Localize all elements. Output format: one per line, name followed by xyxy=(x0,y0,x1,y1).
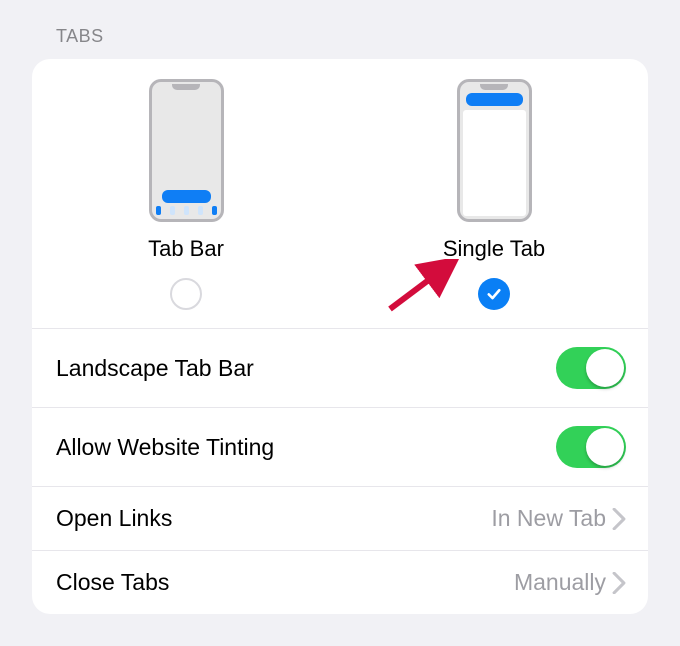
toggle-allow-website-tinting[interactable] xyxy=(556,426,626,468)
row-landscape-tab-bar[interactable]: Landscape Tab Bar xyxy=(32,328,648,407)
single-content-area xyxy=(463,110,526,216)
chevron-right-icon xyxy=(612,508,626,530)
row-detail-value: In New Tab xyxy=(491,505,606,532)
row-label: Open Links xyxy=(56,505,172,532)
row-open-links[interactable]: Open Links In New Tab xyxy=(32,486,648,550)
row-label: Close Tabs xyxy=(56,569,169,596)
checkmark-icon xyxy=(485,285,503,303)
phone-mock-single-tab xyxy=(457,79,532,222)
phone-notch xyxy=(480,84,508,90)
row-detail-value: Manually xyxy=(514,569,606,596)
toggle-knob xyxy=(586,428,624,466)
row-label: Allow Website Tinting xyxy=(56,434,274,461)
radio-unselected[interactable] xyxy=(170,278,202,310)
row-label: Landscape Tab Bar xyxy=(56,355,254,382)
section-header-tabs: TABS xyxy=(0,0,680,59)
toggle-knob xyxy=(586,349,624,387)
row-close-tabs[interactable]: Close Tabs Manually xyxy=(32,550,648,614)
layout-option-single-tab[interactable]: Single Tab xyxy=(340,79,648,310)
toggle-landscape-tab-bar[interactable] xyxy=(556,347,626,389)
chevron-right-icon xyxy=(612,572,626,594)
phone-mock-tab-bar xyxy=(149,79,224,222)
radio-selected[interactable] xyxy=(478,278,510,310)
tabbar-bottom-illustration xyxy=(155,190,218,215)
phone-notch xyxy=(172,84,200,90)
layout-options: Tab Bar Single Tab xyxy=(32,73,648,328)
layout-option-tab-bar[interactable]: Tab Bar xyxy=(32,79,340,310)
settings-card: Tab Bar Single Tab xyxy=(32,59,648,614)
row-value-container: Manually xyxy=(514,569,626,596)
layout-option-label: Single Tab xyxy=(443,236,545,262)
row-allow-website-tinting[interactable]: Allow Website Tinting xyxy=(32,407,648,486)
layout-option-label: Tab Bar xyxy=(148,236,224,262)
single-top-illustration xyxy=(466,93,523,106)
row-value-container: In New Tab xyxy=(491,505,626,532)
